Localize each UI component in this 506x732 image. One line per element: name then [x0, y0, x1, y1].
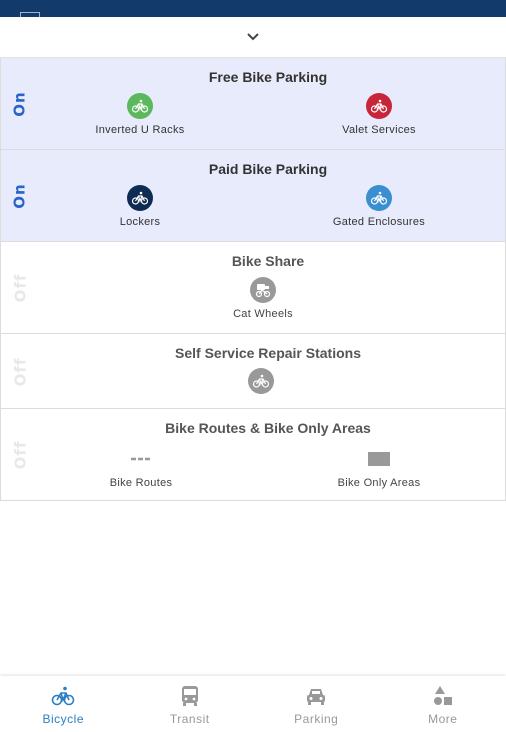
layer-item-bike-routes[interactable]: Bike Routes [71, 446, 211, 489]
bicycle-icon [51, 686, 75, 706]
layer-item-label: Bike Only Areas [337, 477, 421, 489]
bike-share-icon [250, 277, 276, 303]
layer-item-label: Lockers [119, 216, 161, 228]
layer-toggle[interactable]: Off [10, 268, 30, 308]
collapse-panel-button[interactable] [0, 17, 506, 58]
bottom-navigation: Bicycle Transit Parking More [0, 676, 506, 732]
layer-toggle[interactable]: On [10, 176, 30, 216]
bicycle-icon [366, 185, 392, 211]
nav-tab-bicycle[interactable]: Bicycle [0, 676, 127, 732]
layer-bike-routes-and-bike-only-areas: Off Bike Routes & Bike Only Areas Bike R… [0, 409, 506, 501]
layer-self-service-repair-stations: Off Self Service Repair Stations [0, 334, 506, 409]
car-icon [307, 689, 326, 705]
layer-bike-share: Off Bike Share Cat Wheels [0, 242, 506, 334]
layer-item-label: Valet Services [342, 124, 416, 136]
layer-toggle[interactable]: Off [10, 435, 30, 475]
layer-item-label: Inverted U Racks [95, 124, 185, 136]
layer-paid-bike-parking: On Paid Bike Parking Lockers Gated Enclo… [0, 150, 506, 242]
app-header [0, 0, 506, 17]
layer-free-bike-parking: On Free Bike Parking Inverted U Racks Va… [0, 58, 506, 150]
nav-tab-label: Transit [169, 712, 210, 726]
layer-item-lockers[interactable]: Lockers [70, 185, 210, 228]
nav-tab-transit[interactable]: Transit [127, 676, 254, 732]
layer-title: Self Service Repair Stations [175, 345, 361, 361]
layer-toggle[interactable]: On [10, 84, 30, 124]
nav-tab-label: Parking [294, 712, 339, 726]
layer-title: Free Bike Parking [208, 69, 328, 85]
layer-item-gated-enclosures[interactable]: Gated Enclosures [309, 185, 449, 228]
dashed-line-icon [128, 446, 154, 472]
bus-icon [181, 686, 198, 706]
nav-tab-more[interactable]: More [380, 676, 506, 732]
layer-title: Paid Bike Parking [208, 161, 328, 177]
layer-item-inverted-u-racks[interactable]: Inverted U Racks [70, 93, 210, 136]
bicycle-icon [366, 93, 392, 119]
bicycle-icon [248, 368, 274, 394]
layer-toggle[interactable]: Off [10, 352, 30, 392]
layer-item-valet-services[interactable]: Valet Services [309, 93, 449, 136]
layer-item-label: Cat Wheels [233, 308, 293, 320]
layer-item-label: Gated Enclosures [332, 216, 426, 228]
nav-tab-label: More [428, 712, 458, 726]
chevron-down-icon [247, 33, 259, 41]
layer-item-label: Bike Routes [109, 477, 173, 489]
layer-item-repair-station[interactable] [191, 368, 331, 394]
layer-title: Bike Routes & Bike Only Areas [165, 420, 371, 436]
rectangle-area-icon [366, 446, 392, 472]
layer-title: Bike Share [231, 253, 305, 269]
layer-item-cat-wheels[interactable]: Cat Wheels [193, 277, 333, 320]
nav-tab-label: Bicycle [42, 712, 84, 726]
nav-tab-parking[interactable]: Parking [253, 676, 380, 732]
layer-item-bike-only-areas[interactable]: Bike Only Areas [309, 446, 449, 489]
shapes-icon [433, 686, 452, 705]
bicycle-icon [127, 185, 153, 211]
bicycle-icon [127, 93, 153, 119]
